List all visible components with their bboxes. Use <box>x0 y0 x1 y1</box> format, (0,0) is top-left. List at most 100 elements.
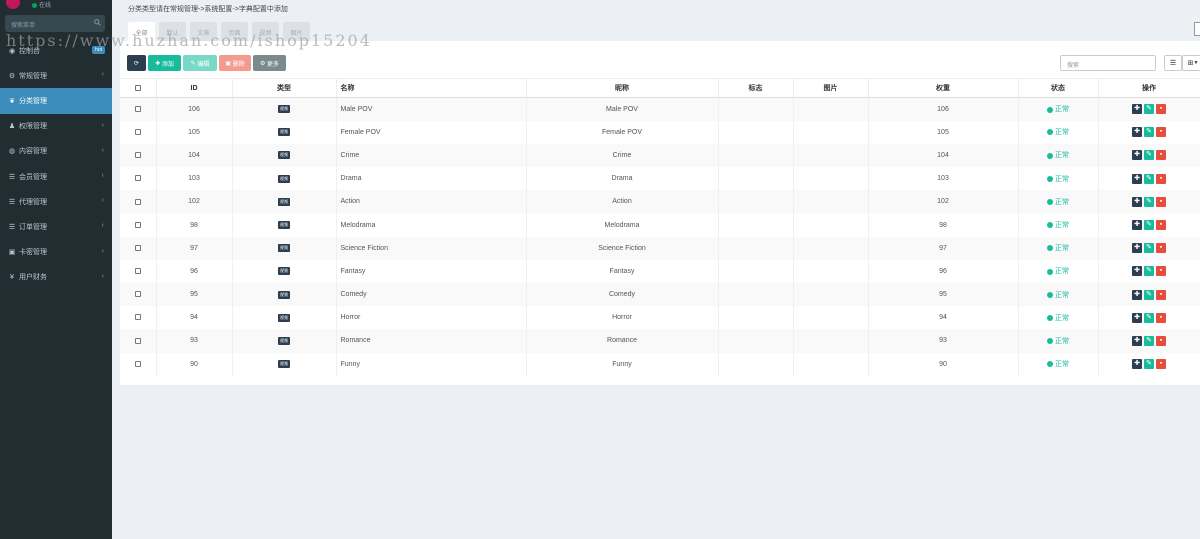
row-delete-button[interactable]: ▪ <box>1156 312 1166 323</box>
menu-search-input[interactable]: 搜索菜单 <box>5 15 105 32</box>
columns-dropdown-button[interactable]: ⊞ ▼ <box>1182 55 1200 71</box>
row-add-button[interactable]: ✚ <box>1132 150 1142 161</box>
select-all-checkbox[interactable] <box>134 84 141 91</box>
row-delete-button[interactable]: ▪ <box>1156 243 1166 254</box>
add-button[interactable]: ✚ 添加 <box>148 55 181 71</box>
row-add-button[interactable]: ✚ <box>1132 220 1142 231</box>
row-delete-button[interactable]: ▪ <box>1156 173 1166 184</box>
delete-button[interactable]: ▣ 删除 <box>219 55 251 71</box>
row-add-button[interactable]: ✚ <box>1132 243 1142 254</box>
row-edit-button[interactable]: ✎ <box>1144 150 1154 161</box>
column-header-weight[interactable]: 权重 <box>868 78 1019 98</box>
row-delete-button[interactable]: ▪ <box>1156 335 1166 346</box>
row-checkbox[interactable] <box>134 268 141 275</box>
sidebar-item-4[interactable]: ◍ 内容管理 ‹ <box>0 139 112 164</box>
sidebar-item-9[interactable]: ¥ 用户财务 ‹ <box>0 265 112 290</box>
row-checkbox[interactable] <box>134 337 141 344</box>
chevron-left-icon: ‹ <box>101 171 104 179</box>
row-add-button[interactable]: ✚ <box>1132 335 1142 346</box>
table-row[interactable]: 102 视频 Action Action 102 正常 ✚ ✎ ▪ <box>120 190 1200 214</box>
row-add-button[interactable]: ✚ <box>1132 127 1142 138</box>
chevron-left-icon: ‹ <box>101 272 104 280</box>
avatar[interactable] <box>6 0 20 9</box>
row-edit-button[interactable]: ✎ <box>1144 104 1154 115</box>
row-delete-button[interactable]: ▪ <box>1156 104 1166 115</box>
row-delete-button[interactable]: ▪ <box>1156 289 1166 300</box>
row-edit-button[interactable]: ✎ <box>1144 220 1154 231</box>
pencil-icon: ✎ <box>190 60 196 67</box>
row-add-button[interactable]: ✚ <box>1132 266 1142 277</box>
list-view-button[interactable]: ☰ <box>1164 55 1182 71</box>
column-header-type[interactable]: 类型 <box>232 78 337 98</box>
column-header-image[interactable]: 图片 <box>793 78 869 98</box>
table-row[interactable]: 93 视频 Romance Romance 93 正常 ✚ ✎ ▪ <box>120 329 1200 353</box>
row-add-button[interactable]: ✚ <box>1132 196 1142 207</box>
sidebar-item-8[interactable]: ▣ 卡密管理 ‹ <box>0 240 112 265</box>
table-row[interactable]: 97 视频 Science Fiction Science Fiction 97 正常 ✚ ✎… <box>120 236 1200 260</box>
table-row[interactable]: 106 视频 Male POV Male POV 106 正常 ✚ ✎ ▪ <box>120 97 1200 121</box>
row-delete-button[interactable]: ▪ <box>1156 127 1166 138</box>
row-delete-button[interactable]: ▪ <box>1156 150 1166 161</box>
cell-status: 正常 <box>1018 306 1099 330</box>
row-add-button[interactable]: ✚ <box>1132 359 1142 370</box>
table-row[interactable]: 104 视频 Crime Crime 104 正常 ✚ ✎ ▪ <box>120 143 1200 168</box>
sidebar-item-5[interactable]: ☰ 会员管理 ‹ <box>0 164 112 189</box>
row-checkbox[interactable] <box>134 360 141 367</box>
row-edit-button[interactable]: ✎ <box>1144 196 1154 207</box>
row-checkbox[interactable] <box>134 291 141 298</box>
row-checkbox[interactable] <box>134 106 141 112</box>
row-edit-button[interactable]: ✎ <box>1144 243 1154 254</box>
cell-actions: ✚ ✎ ▪ <box>1098 352 1200 376</box>
table-search-input[interactable]: 搜索 <box>1060 55 1156 71</box>
row-edit-button[interactable]: ✎ <box>1144 266 1154 277</box>
row-delete-button[interactable]: ▪ <box>1156 266 1166 277</box>
sidebar-item-2[interactable]: ❦ 分类管理 <box>0 88 112 114</box>
sidebar-item-7[interactable]: ☰ 订单管理 ‹ <box>0 214 112 239</box>
row-checkbox[interactable] <box>134 244 141 251</box>
row-add-button[interactable]: ✚ <box>1132 173 1142 184</box>
row-checkbox[interactable] <box>134 221 141 228</box>
table-row[interactable]: 103 视频 Drama Drama 103 正常 ✚ ✎ ▪ <box>120 167 1200 191</box>
fullscreen-toggle[interactable] <box>1194 22 1200 36</box>
plus-icon: ✚ <box>1134 105 1140 113</box>
row-edit-button[interactable]: ✎ <box>1144 289 1154 300</box>
row-checkbox[interactable] <box>134 152 141 159</box>
row-delete-button[interactable]: ▪ <box>1156 220 1166 231</box>
row-delete-button[interactable]: ▪ <box>1156 196 1166 207</box>
plus-icon: ✚ <box>1134 197 1140 205</box>
row-add-button[interactable]: ✚ <box>1132 312 1142 323</box>
row-delete-button[interactable]: ▪ <box>1156 359 1166 370</box>
more-button[interactable]: ⚙ 更多 <box>253 55 286 71</box>
cell-actions: ✚ ✎ ▪ <box>1098 97 1200 121</box>
row-checkbox[interactable] <box>134 198 141 205</box>
row-add-button[interactable]: ✚ <box>1132 104 1142 115</box>
row-checkbox[interactable] <box>134 314 141 321</box>
row-edit-button[interactable]: ✎ <box>1144 127 1154 138</box>
table-row[interactable]: 90 视频 Funny Funny 90 正常 ✚ ✎ ▪ <box>120 352 1200 376</box>
sidebar-item-1[interactable]: ⚙ 常规管理 ‹ <box>0 63 112 88</box>
table-row[interactable]: 96 视频 Fantasy Fantasy 96 正常 ✚ ✎ ▪ <box>120 259 1200 283</box>
column-header-nickname[interactable]: 昵称 <box>526 78 719 98</box>
table-row[interactable]: 98 视频 Melodrama Melodrama 98 正常 ✚ ✎ ▪ <box>120 213 1200 237</box>
row-edit-button[interactable]: ✎ <box>1144 359 1154 370</box>
column-header-status[interactable]: 状态 <box>1018 78 1099 98</box>
sidebar-item-3[interactable]: ♟ 权限管理 ‹ <box>0 114 112 139</box>
row-checkbox[interactable] <box>134 128 141 135</box>
column-header-id[interactable]: ID <box>156 78 233 98</box>
row-edit-button[interactable]: ✎ <box>1144 312 1154 323</box>
row-edit-button[interactable]: ✎ <box>1144 335 1154 346</box>
refresh-button[interactable]: ⟳ <box>127 55 146 71</box>
row-edit-button[interactable]: ✎ <box>1144 173 1154 184</box>
caret-down-icon: ▼ <box>1193 60 1199 66</box>
column-header-flag[interactable]: 标志 <box>718 78 794 98</box>
table-row[interactable]: 94 视频 Horror Horror 94 正常 ✚ ✎ ▪ <box>120 306 1200 330</box>
cell-flag <box>718 236 794 260</box>
edit-button[interactable]: ✎ 编辑 <box>183 55 217 71</box>
sidebar-item-6[interactable]: ☰ 代理管理 ‹ <box>0 189 112 214</box>
table-row[interactable]: 95 视频 Comedy Comedy 95 正常 ✚ ✎ ▪ <box>120 283 1200 307</box>
column-header-name[interactable]: 名称 <box>336 78 527 98</box>
row-checkbox[interactable] <box>134 175 141 182</box>
table-row[interactable]: 105 视频 Female POV Female POV 105 正常 ✚ ✎ ▪ <box>120 120 1200 144</box>
search-icon[interactable] <box>94 19 101 26</box>
row-add-button[interactable]: ✚ <box>1132 289 1142 300</box>
